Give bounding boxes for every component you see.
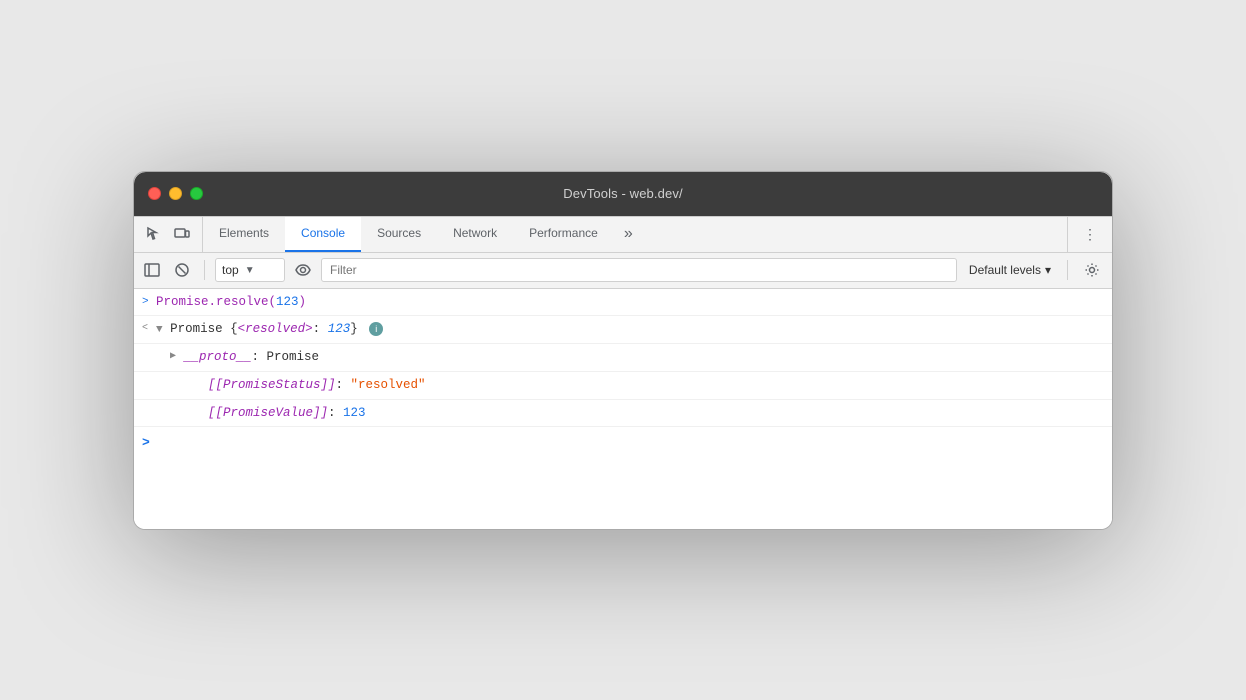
promise-colon: : (313, 322, 328, 336)
console-entry-result: < ▼ Promise {<resolved>: 123} i (134, 316, 1112, 344)
minimize-button[interactable] (169, 187, 182, 200)
console-line-1: Promise.resolve(123) (156, 293, 1104, 312)
devtools-menu-icon[interactable]: ⋮ (1078, 222, 1102, 246)
window-title: DevTools - web.dev/ (563, 186, 683, 201)
result-arrow: < (134, 320, 156, 336)
more-tabs-button[interactable]: » (614, 217, 643, 252)
tabs: Elements Console Sources Network Perform… (203, 217, 1067, 252)
console-toolbar: top ▼ Default levels ▾ (134, 253, 1112, 289)
tab-network[interactable]: Network (437, 217, 513, 252)
proto-colon: : Promise (252, 350, 320, 364)
promise-resolved-val: 123 (328, 322, 351, 336)
tab-sources[interactable]: Sources (361, 217, 437, 252)
promise-status-val: "resolved" (351, 378, 426, 392)
proto-key: __proto__ (184, 350, 252, 364)
close-button[interactable] (148, 187, 161, 200)
filter-input[interactable] (321, 258, 957, 282)
collapse-arrow[interactable]: ▼ (156, 324, 163, 336)
promise-value-val: 123 (343, 406, 366, 420)
console-entry-value: [[PromiseValue]]: 123 (134, 400, 1112, 428)
traffic-lights (148, 187, 203, 200)
devtools-body: Elements Console Sources Network Perform… (134, 216, 1112, 529)
promise-brace-close: } (350, 322, 358, 336)
input-arrow: > (134, 293, 156, 311)
devtools-window: DevTools - web.dev/ (133, 171, 1113, 530)
sidebar-toggle-button[interactable] (140, 258, 164, 282)
inspect-element-icon[interactable] (142, 222, 166, 246)
tab-console[interactable]: Console (285, 217, 361, 252)
promise-status-key: [[PromiseStatus]] (208, 378, 336, 392)
promise-brace-open: { (230, 322, 238, 336)
console-repl-input[interactable] (158, 436, 1104, 450)
proto-arrow[interactable]: ▶ (162, 348, 184, 364)
context-selector[interactable]: top ▼ (215, 258, 285, 282)
log-levels-button[interactable]: Default levels ▾ (963, 258, 1057, 282)
console-line-4: [[PromiseStatus]]: "resolved" (208, 376, 1104, 395)
console-line-3: __proto__: Promise (184, 348, 1104, 367)
status-colon: : (336, 378, 351, 392)
promise-resolve-text: Promise.resolve( (156, 295, 276, 309)
input-chevron: > (142, 433, 150, 453)
promise-label: Promise (170, 322, 230, 336)
tab-performance[interactable]: Performance (513, 217, 614, 252)
promise-value-key: [[PromiseValue]] (208, 406, 328, 420)
value-colon: : (328, 406, 343, 420)
device-toggle-icon[interactable] (170, 222, 194, 246)
tab-elements[interactable]: Elements (203, 217, 285, 252)
console-entry-proto: ▶ __proto__: Promise (134, 344, 1112, 372)
promise-close-paren: ) (299, 295, 307, 309)
tab-bar-left (134, 217, 203, 252)
toolbar-divider-2 (1067, 260, 1068, 280)
status-indent (186, 376, 208, 377)
console-entry-status: [[PromiseStatus]]: "resolved" (134, 372, 1112, 400)
tab-bar: Elements Console Sources Network Perform… (134, 217, 1112, 253)
clear-console-button[interactable] (170, 258, 194, 282)
console-input-line: > (134, 427, 1112, 459)
console-line-2: ▼ Promise {<resolved>: 123} i (156, 320, 1104, 339)
console-line-5: [[PromiseValue]]: 123 (208, 404, 1104, 423)
console-entry-input: > Promise.resolve(123) (134, 289, 1112, 317)
value-indent (186, 404, 208, 405)
tab-bar-right: ⋮ (1067, 217, 1112, 252)
toolbar-divider (204, 260, 205, 280)
settings-button[interactable] (1078, 256, 1106, 284)
console-output: > Promise.resolve(123) < ▼ Promise {<res… (134, 289, 1112, 529)
promise-arg: 123 (276, 295, 299, 309)
info-badge[interactable]: i (369, 322, 383, 336)
context-arrow: ▼ (245, 265, 255, 276)
maximize-button[interactable] (190, 187, 203, 200)
live-expressions-button[interactable] (291, 258, 315, 282)
promise-resolved-key: <resolved> (238, 322, 313, 336)
titlebar: DevTools - web.dev/ (134, 172, 1112, 216)
